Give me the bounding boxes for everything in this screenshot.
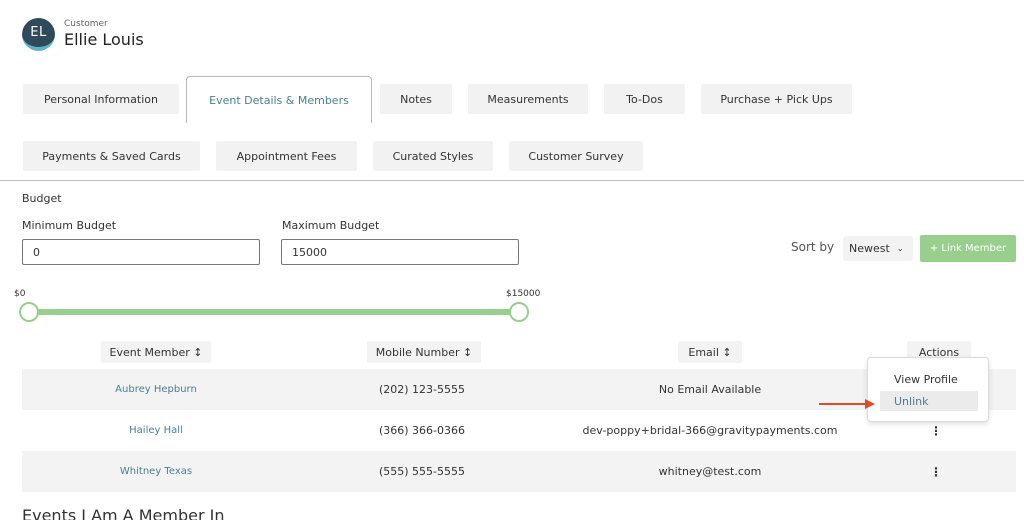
avatar: EL (22, 18, 55, 51)
tab-event-details-members[interactable]: Event Details & Members (186, 76, 372, 123)
table-row: Whitney Texas (555) 555-5555 whitney@tes… (22, 451, 1016, 492)
mobile-number: (366) 366-0366 (378, 424, 466, 437)
budget-range-track[interactable] (29, 309, 519, 315)
max-budget-input[interactable] (281, 239, 519, 265)
tab-to-dos[interactable]: To-Dos (604, 84, 685, 114)
mobile-number: (202) 123-5555 (378, 383, 466, 396)
email-address: No Email Available (658, 383, 762, 396)
sort-by-label: Sort by (791, 240, 835, 254)
tab-purchase-pick-ups[interactable]: Purchase + Pick Ups (701, 84, 852, 114)
customer-role: Customer (64, 19, 108, 29)
email-address: dev-poppy+bridal-366@gravitypayments.com (582, 424, 838, 437)
row-actions-menu-icon[interactable]: ⋮ (926, 451, 946, 492)
customer-name: Ellie Louis (64, 30, 144, 49)
range-min-label: $0 (14, 289, 26, 299)
member-name-link[interactable]: Hailey Hall (22, 410, 290, 451)
column-header-mobile-number[interactable]: Mobile Number ↕ (367, 341, 481, 363)
budget-heading: Budget (22, 192, 62, 205)
column-header-email[interactable]: Email ↕ (678, 341, 742, 363)
tab-customer-survey[interactable]: Customer Survey (509, 141, 643, 171)
tab-curated-styles[interactable]: Curated Styles (373, 141, 493, 171)
view-profile-menu-item[interactable]: View Profile (880, 369, 978, 389)
events-section-title: Events I Am A Member In (22, 506, 225, 520)
member-name-link[interactable]: Aubrey Hepburn (22, 369, 290, 410)
max-budget-label: Maximum Budget (282, 219, 380, 232)
customer-header: EL Customer Ellie Louis (22, 18, 144, 51)
tab-measurements[interactable]: Measurements (468, 84, 588, 114)
min-budget-input[interactable] (22, 239, 260, 265)
sort-select[interactable]: Newest ⌄ (843, 236, 913, 261)
column-header-event-member[interactable]: Event Member ↕ (101, 341, 211, 363)
budget-range-min-handle[interactable] (19, 302, 39, 322)
tab-divider (0, 180, 1024, 181)
mobile-number: (555) 555-5555 (378, 465, 466, 478)
chevron-down-icon: ⌄ (896, 244, 904, 253)
actions-dropdown-menu: View Profile Unlink (867, 357, 989, 422)
min-budget-label: Minimum Budget (22, 219, 117, 232)
range-max-label: $15000 (506, 289, 541, 299)
tab-notes[interactable]: Notes (380, 84, 452, 114)
sort-selected-value: Newest (849, 242, 890, 255)
link-member-button[interactable]: + Link Member (920, 235, 1016, 262)
email-address: whitney@test.com (658, 465, 762, 478)
annotation-arrow-icon (819, 399, 875, 409)
unlink-menu-item[interactable]: Unlink (880, 391, 978, 411)
budget-range-max-handle[interactable] (509, 302, 529, 322)
member-name-link[interactable]: Whitney Texas (22, 451, 290, 492)
tab-payments-saved-cards[interactable]: Payments & Saved Cards (23, 141, 200, 171)
tab-appointment-fees[interactable]: Appointment Fees (216, 141, 357, 171)
tab-personal-information[interactable]: Personal Information (23, 84, 179, 114)
